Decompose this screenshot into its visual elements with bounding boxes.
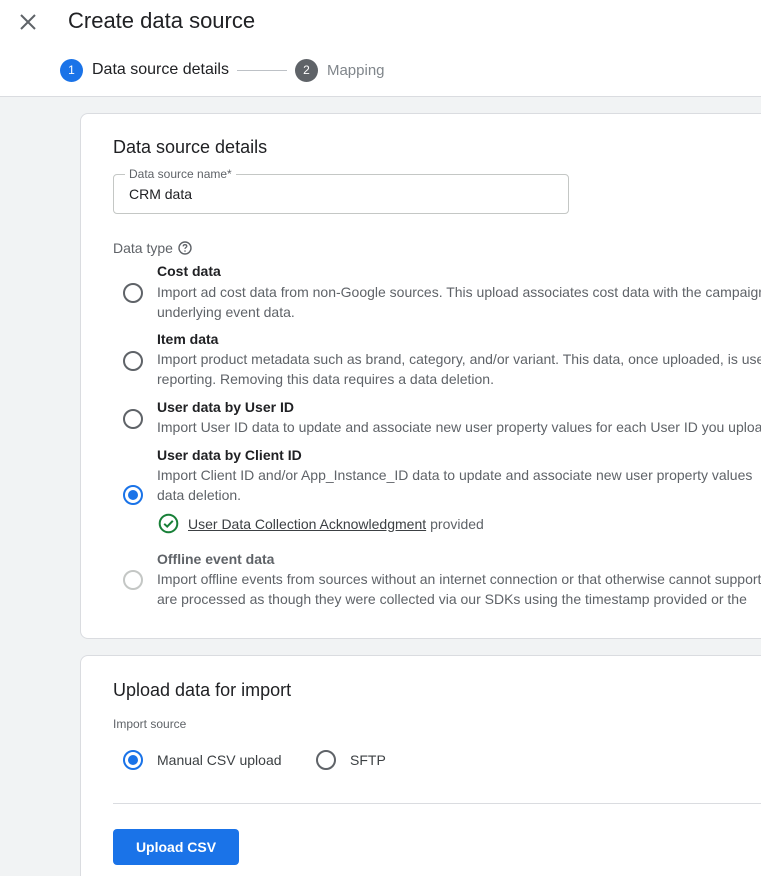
acknowledgment-link[interactable]: User Data Collection Acknowledgment bbox=[188, 516, 426, 532]
close-icon bbox=[20, 14, 36, 30]
option-title: User data by Client ID bbox=[157, 447, 302, 463]
step-label: Data source details bbox=[92, 61, 229, 78]
radio-sftp[interactable] bbox=[316, 750, 336, 770]
step-number: 2 bbox=[294, 58, 318, 82]
step-number: 1 bbox=[60, 58, 83, 82]
help-icon[interactable] bbox=[178, 241, 192, 255]
stepper: 1 Data source details 2 Mapping bbox=[60, 58, 385, 82]
option-title: User data by User ID bbox=[157, 399, 294, 415]
card-title: Upload data for import bbox=[113, 680, 292, 700]
upload-csv-button[interactable]: Upload CSV bbox=[113, 829, 239, 865]
step-mapping[interactable]: 2 Mapping bbox=[294, 58, 385, 82]
radio-offline-event-data[interactable] bbox=[123, 570, 143, 590]
option-title: Cost data bbox=[157, 263, 221, 279]
option-description-line: Import ad cost data from non-Google sour… bbox=[157, 284, 761, 300]
step-label: Mapping bbox=[326, 61, 385, 79]
radio-user-data-by-client-id[interactable] bbox=[123, 485, 143, 505]
data-type-text: Data type bbox=[113, 240, 173, 256]
option-description-line: reporting. Removing this data requires a… bbox=[157, 371, 494, 387]
radio-manual-csv-upload[interactable] bbox=[123, 750, 143, 770]
field-label: Data source name* bbox=[125, 167, 236, 181]
radio-cost-data[interactable] bbox=[123, 283, 143, 303]
data-type-label: Data type bbox=[113, 240, 192, 256]
data-source-name-field[interactable]: Data source name* bbox=[113, 167, 569, 214]
option-description-line: are processed as though they were collec… bbox=[157, 591, 747, 607]
acknowledgment-suffix: provided bbox=[430, 515, 484, 532]
radio-user-data-by-user-id[interactable] bbox=[123, 409, 143, 429]
divider bbox=[113, 803, 761, 804]
option-description-line: Import product metadata such as brand, c… bbox=[157, 351, 761, 367]
data-source-details-card: Data source details Data source name* Da… bbox=[80, 113, 761, 639]
header: Create data source 1 Data source details… bbox=[0, 0, 761, 97]
option-title: Item data bbox=[157, 331, 219, 347]
step-connector bbox=[236, 69, 287, 71]
import-source-label: Import source bbox=[113, 717, 187, 731]
close-button[interactable] bbox=[15, 9, 41, 35]
upload-data-card: Upload data for import Import source Man… bbox=[80, 655, 761, 876]
data-source-name-input[interactable] bbox=[129, 186, 549, 202]
acknowledgment-row: User Data Collection Acknowledgment prov… bbox=[158, 513, 484, 534]
page-title: Create data source bbox=[68, 8, 256, 33]
radio-item-data[interactable] bbox=[123, 351, 143, 371]
option-description-line: Import User ID data to update and associ… bbox=[157, 419, 761, 435]
radio-label-manual-csv: Manual CSV upload bbox=[157, 752, 282, 768]
check-circle-icon bbox=[158, 513, 179, 534]
option-description-line: Import Client ID and/or App_Instance_ID … bbox=[157, 467, 753, 483]
option-description-line: underlying event data. bbox=[157, 304, 295, 320]
radio-label-sftp: SFTP bbox=[350, 752, 386, 768]
option-description-line: data deletion. bbox=[157, 487, 242, 503]
option-description-line: Import offline events from sources witho… bbox=[157, 571, 761, 587]
card-title: Data source details bbox=[113, 137, 268, 157]
step-data-source-details[interactable]: 1 Data source details bbox=[60, 58, 229, 82]
option-title: Offline event data bbox=[157, 551, 275, 567]
